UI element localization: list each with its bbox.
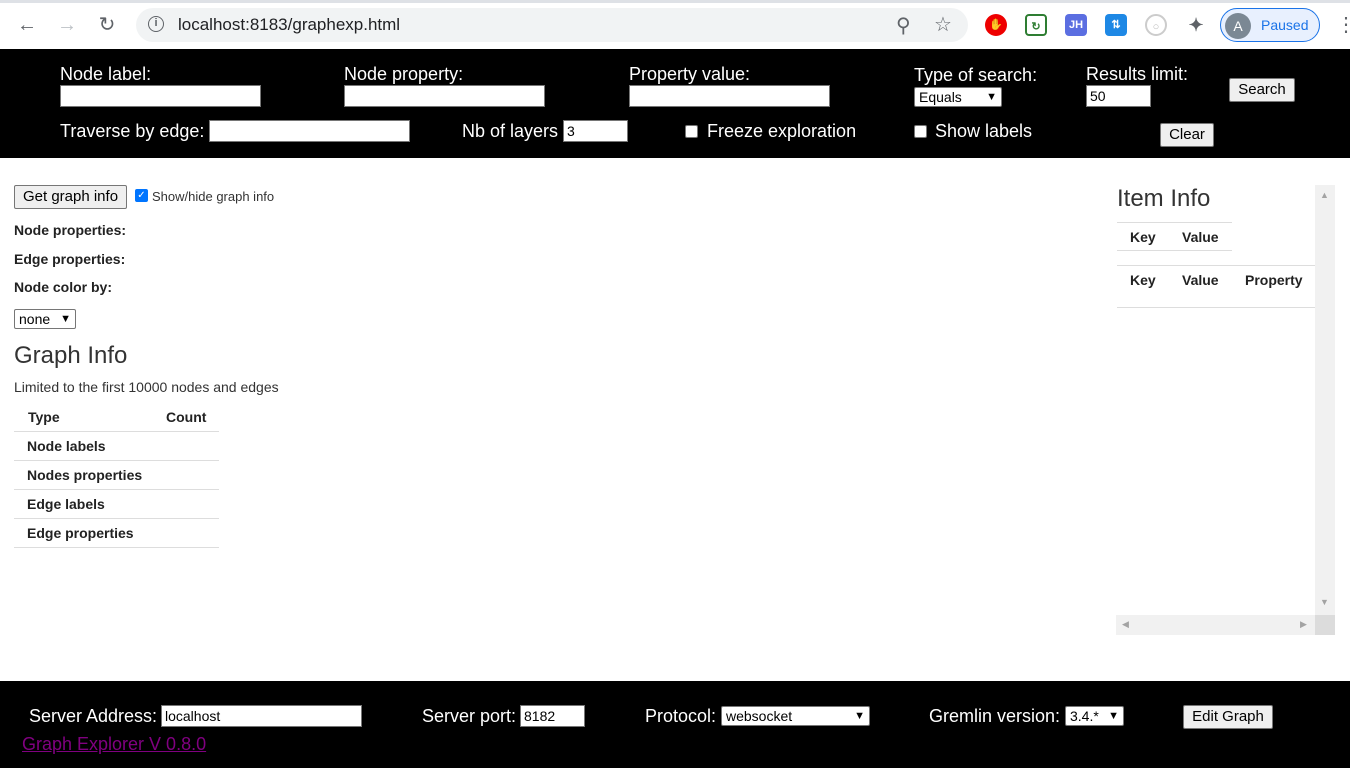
menu-icon[interactable]: ⋮ <box>1336 12 1350 37</box>
get-graph-info-button[interactable]: Get graph info <box>14 185 127 209</box>
node-property-label: Node property: <box>344 64 464 84</box>
layers-input[interactable] <box>563 120 628 142</box>
reload-icon[interactable]: ↻ <box>94 12 120 38</box>
table-header-count: Count <box>166 409 207 425</box>
search-button[interactable]: Search <box>1229 78 1295 102</box>
clear-button[interactable]: Clear <box>1160 123 1214 147</box>
server-address-label: Server Address: <box>29 706 158 726</box>
freeze-checkbox[interactable] <box>685 125 698 138</box>
item-key-header: Key <box>1130 229 1156 245</box>
item-info-title: Item Info <box>1117 185 1211 212</box>
server-port-input[interactable] <box>520 705 585 727</box>
search-type-value: Equals <box>919 89 962 105</box>
divider <box>1117 265 1315 266</box>
protocol-select[interactable]: websocket ▼ <box>721 706 870 726</box>
show-hide-label: Show/hide graph info <box>152 189 275 204</box>
server-address-input[interactable] <box>161 705 362 727</box>
traverse-edge-label: Traverse by edge: <box>60 121 205 141</box>
node-properties-label: Node properties: <box>14 222 127 238</box>
item-info-panel: Item Info Key Value Key Value Property <box>1116 185 1335 635</box>
property-value-input[interactable] <box>629 85 830 107</box>
bookmark-star-icon[interactable]: ☆ <box>934 12 952 37</box>
search-type-select[interactable]: Equals ▼ <box>914 87 1002 107</box>
back-icon[interactable]: ← <box>14 12 40 38</box>
profile-button[interactable]: A Paused <box>1220 8 1320 42</box>
node-label-label: Node label: <box>60 64 152 84</box>
browser-toolbar: ← → ↻ i localhost:8183/graphexp.html ⚲ ☆… <box>0 0 1350 50</box>
edge-properties-label: Edge properties: <box>14 251 126 267</box>
node-property-input[interactable] <box>344 85 545 107</box>
puzzle-icon[interactable]: ✦ <box>1185 14 1207 36</box>
site-info-icon[interactable]: i <box>148 16 164 32</box>
node-color-value: none <box>19 311 51 327</box>
row-label: Node labels <box>27 438 106 454</box>
adblock-icon[interactable]: ✋ <box>985 14 1007 36</box>
chevron-down-icon: ▼ <box>60 313 71 325</box>
circle-extension-icon[interactable]: ○ <box>1145 14 1167 36</box>
results-limit-label: Results limit: <box>1086 64 1189 84</box>
gremlin-version-label: Gremlin version: <box>929 706 1061 726</box>
protocol-value: websocket <box>726 708 793 724</box>
table-header-row: Type Count <box>14 403 219 432</box>
scroll-right-icon[interactable]: ▶ <box>1300 619 1307 630</box>
table-row: Edge labels <box>14 490 219 519</box>
scroll-down-icon[interactable]: ▼ <box>1320 597 1329 607</box>
scroll-left-icon[interactable]: ◀ <box>1122 619 1129 630</box>
divider <box>1117 307 1315 308</box>
prop-property-header: Property <box>1245 272 1303 288</box>
results-limit-input[interactable] <box>1086 85 1151 107</box>
row-label: Edge properties <box>27 525 134 541</box>
graph-info-note: Limited to the first 10000 nodes and edg… <box>14 379 279 395</box>
scrollbar-corner <box>1315 615 1335 635</box>
chevron-down-icon: ▼ <box>986 91 997 103</box>
show-labels-checkbox[interactable] <box>914 125 927 138</box>
node-color-select[interactable]: none ▼ <box>14 309 76 329</box>
version-link[interactable]: Graph Explorer V 0.8.0 <box>22 734 206 755</box>
table-header-type: Type <box>28 409 60 425</box>
address-bar[interactable]: i localhost:8183/graphexp.html ⚲ ☆ <box>136 8 968 42</box>
scroll-up-icon[interactable]: ▲ <box>1320 190 1329 200</box>
item-value-header: Value <box>1182 229 1219 245</box>
traverse-edge-input[interactable] <box>209 120 410 142</box>
server-port-label: Server port: <box>422 706 517 726</box>
prop-value-header: Value <box>1182 272 1219 288</box>
divider <box>1117 222 1232 223</box>
gremlin-version-value: 3.4.* <box>1070 708 1099 724</box>
vertical-scrollbar[interactable]: ▲ ▼ <box>1315 185 1335 615</box>
divider <box>1117 250 1232 251</box>
layers-label: Nb of layers <box>462 121 559 141</box>
node-label-input[interactable] <box>60 85 261 107</box>
profile-status: Paused <box>1261 17 1309 33</box>
zoom-icon[interactable]: ⚲ <box>896 13 911 38</box>
freeze-label: Freeze exploration <box>707 121 857 141</box>
row-label: Nodes properties <box>27 467 143 483</box>
protocol-label: Protocol: <box>645 706 717 726</box>
prop-key-header: Key <box>1130 272 1156 288</box>
table-row: Edge properties <box>14 519 219 548</box>
row-label: Edge labels <box>27 496 105 512</box>
green-extension-icon[interactable]: ↻ <box>1025 14 1047 36</box>
node-color-label: Node color by: <box>14 279 113 295</box>
tab-strip-edge <box>0 0 1350 3</box>
forward-icon[interactable]: → <box>54 12 80 38</box>
avatar: A <box>1225 13 1251 39</box>
search-panel: Node label: Node property: Property valu… <box>0 49 1350 158</box>
chevron-down-icon: ▼ <box>854 710 865 722</box>
search-type-label: Type of search: <box>914 65 1038 85</box>
graph-info-title: Graph Info <box>14 342 128 369</box>
edit-graph-button[interactable]: Edit Graph <box>1183 705 1273 729</box>
blue-extension-icon[interactable]: ⇅ <box>1105 14 1127 36</box>
show-labels-label: Show labels <box>935 121 1033 141</box>
table-row: Nodes properties <box>14 461 219 490</box>
graph-info-table: Type Count Node labels Nodes properties … <box>14 403 219 548</box>
show-hide-checkbox[interactable]: ✓ <box>135 189 148 202</box>
table-row: Node labels <box>14 432 219 461</box>
property-value-label: Property value: <box>629 64 751 84</box>
url-text[interactable]: localhost:8183/graphexp.html <box>178 15 400 35</box>
chevron-down-icon: ▼ <box>1108 710 1119 722</box>
gremlin-version-select[interactable]: 3.4.* ▼ <box>1065 706 1124 726</box>
server-panel: Server Address: Server port: Protocol: w… <box>0 681 1350 768</box>
jh-extension-icon[interactable]: JH <box>1065 14 1087 36</box>
horizontal-scrollbar[interactable]: ◀ ▶ <box>1116 615 1315 635</box>
